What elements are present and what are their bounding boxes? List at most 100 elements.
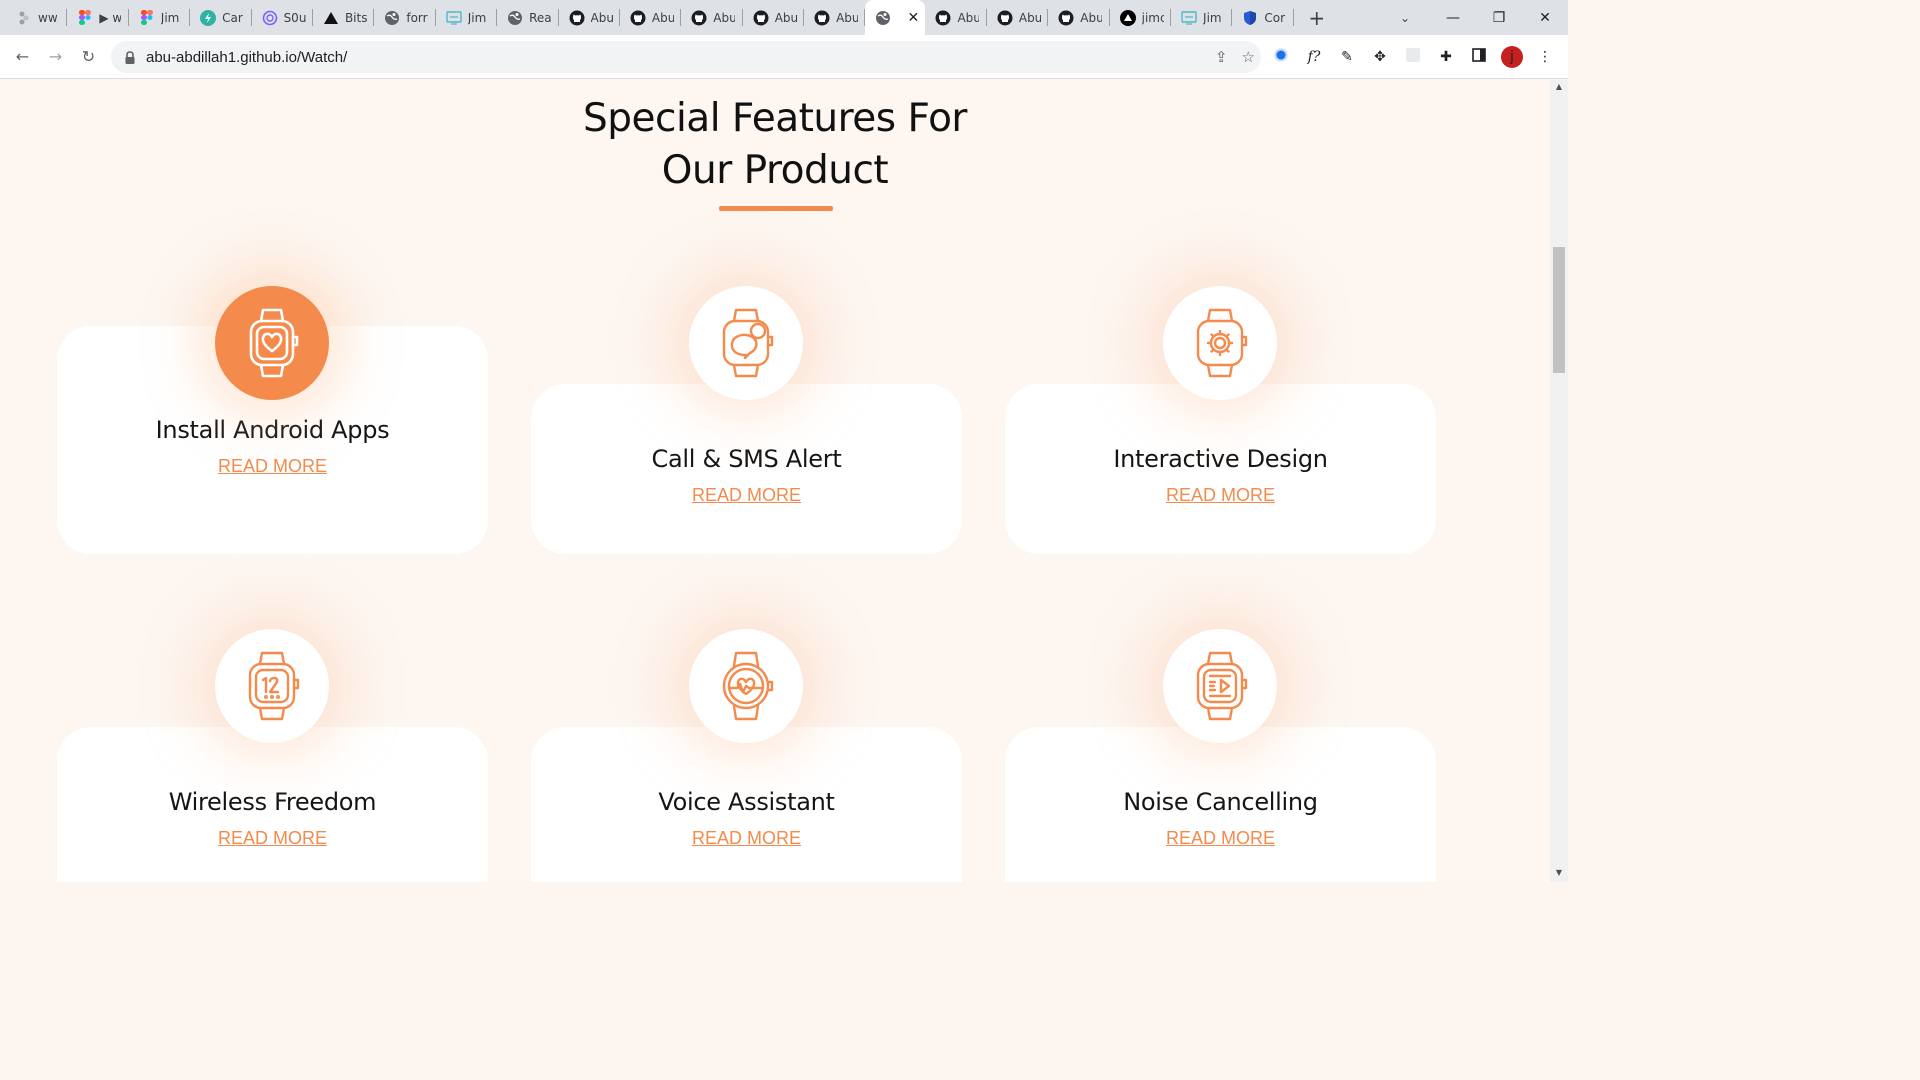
heading-underline	[719, 206, 833, 211]
browser-tab[interactable]: Jim	[436, 0, 498, 35]
bookmark-star-icon[interactable]: ☆	[1242, 48, 1255, 66]
browser-tab[interactable]: Abu	[620, 0, 682, 35]
browser-tab[interactable]: jimc	[1110, 0, 1172, 35]
feature-icon-circle	[1163, 629, 1277, 743]
window-icon	[1181, 10, 1197, 26]
feature-card: Interactive Design READ MORE	[1005, 384, 1436, 554]
tab-title: Abu	[651, 10, 674, 25]
tab-title: Abu	[713, 10, 736, 25]
address-bar[interactable]: abu-abdillah1.github.io/Watch/ ⇪ ☆	[111, 41, 1261, 73]
browser-tab[interactable]: Abu	[1048, 0, 1110, 35]
side-panel-icon[interactable]	[1468, 48, 1490, 66]
browser-tab[interactable]: Car	[190, 0, 252, 35]
watch-heart-icon	[249, 308, 299, 378]
menu-kebab-icon[interactable]: ⋮	[1534, 49, 1556, 65]
extension-blue-dot-icon[interactable]	[1270, 48, 1292, 66]
github-icon	[1058, 10, 1074, 26]
browser-tab[interactable]: ▶ w	[67, 0, 129, 35]
globe-icon	[384, 10, 400, 26]
scrollbar-thumb[interactable]	[1553, 247, 1565, 373]
extension-font-icon[interactable]: f?	[1303, 49, 1325, 65]
browser-tab[interactable]: Cor	[1232, 0, 1294, 35]
restore-icon[interactable]: ❐	[1476, 10, 1522, 26]
page-scrollbar[interactable]: ▲ ▼	[1550, 80, 1568, 882]
feature-title: Noise Cancelling	[1123, 788, 1318, 816]
tab-title: Rea	[529, 10, 552, 25]
tab-title: Car	[222, 10, 243, 25]
extension-eyedropper-icon[interactable]: ✎	[1336, 49, 1358, 65]
read-more-link[interactable]: READ MORE	[57, 456, 488, 477]
tab-list: ww ▶ w Jim Car S0u Bits forr Jim Rea Abu…	[0, 0, 1294, 35]
feature-icon-circle	[689, 286, 803, 400]
browser-tab[interactable]: Abu	[743, 0, 805, 35]
figma-grey-icon	[16, 10, 32, 26]
tab-title: Abu	[1018, 10, 1041, 25]
shield-icon	[1242, 10, 1258, 26]
github-icon	[569, 10, 585, 26]
browser-tab[interactable]: Abu	[987, 0, 1049, 35]
browser-tab[interactable]: Abu	[681, 0, 743, 35]
browser-tab[interactable]: Abu	[804, 0, 866, 35]
read-more-link[interactable]: READ MORE	[1005, 828, 1436, 849]
minimize-icon[interactable]: —	[1430, 10, 1476, 26]
window-icon	[446, 10, 462, 26]
new-tab-button[interactable]: +	[1304, 6, 1330, 30]
tab-title: Jim	[467, 10, 487, 25]
browser-tab[interactable]: Rea	[497, 0, 559, 35]
feature-title: Call & SMS Alert	[651, 445, 842, 473]
tab-title: S0u	[283, 10, 306, 25]
tab-search-icon[interactable]: ⌄	[1380, 11, 1430, 25]
triangle-icon	[323, 10, 339, 26]
address-bar-actions: ⇪ ☆	[1215, 41, 1255, 73]
read-more-link[interactable]: READ MORE	[57, 828, 488, 849]
read-more-link[interactable]: READ MORE	[531, 828, 962, 849]
tab-strip: ww ▶ w Jim Car S0u Bits forr Jim Rea Abu…	[0, 0, 1568, 35]
close-window-icon[interactable]: ✕	[1522, 10, 1568, 26]
back-arrow-icon[interactable]: ←	[6, 47, 39, 66]
vercel-icon	[1119, 9, 1136, 26]
url-text[interactable]: abu-abdillah1.github.io/Watch/	[146, 49, 347, 66]
feature-card: Wireless Freedom READ MORE	[57, 727, 488, 882]
bolt-circle-icon	[200, 9, 217, 26]
read-more-link[interactable]: READ MORE	[1005, 485, 1436, 506]
scroll-up-arrow-icon[interactable]: ▲	[1550, 82, 1568, 96]
section-heading: Special Features For Our Product	[0, 93, 1550, 197]
heading-line-2: Our Product	[661, 148, 889, 193]
browser-tab[interactable]: Bits	[313, 0, 375, 35]
feature-title: Install Android Apps	[155, 416, 390, 444]
feature-card: Call & SMS Alert READ MORE	[531, 384, 962, 554]
reload-icon[interactable]: ↻	[72, 47, 105, 66]
window-controls: ⌄ — ❐ ✕	[1380, 0, 1568, 35]
extension-grey-icon[interactable]	[1402, 48, 1424, 66]
close-tab-icon[interactable]: ✕	[907, 10, 919, 26]
figma-icon	[77, 9, 93, 26]
tab-title: Cor	[1264, 10, 1286, 25]
feature-title: Voice Assistant	[658, 788, 835, 816]
read-more-link[interactable]: READ MORE	[531, 485, 962, 506]
scroll-down-arrow-icon[interactable]: ▼	[1550, 868, 1568, 882]
browser-tab[interactable]: S0u	[252, 0, 313, 35]
browser-tab[interactable]: forr	[374, 0, 436, 35]
watch-clock-icon	[248, 651, 300, 721]
tab-title: jimc	[1141, 10, 1164, 25]
lock-icon[interactable]	[123, 50, 137, 64]
browser-tab[interactable]: Jim	[129, 0, 191, 35]
browser-tab[interactable]: Jim	[1171, 0, 1233, 35]
feature-card: Voice Assistant READ MORE	[531, 727, 962, 882]
share-icon[interactable]: ⇪	[1215, 48, 1228, 66]
feature-title: Interactive Design	[1113, 445, 1328, 473]
extensions-puzzle-icon[interactable]: ✚	[1435, 49, 1457, 65]
profile-avatar[interactable]: j	[1501, 46, 1523, 68]
browser-tab[interactable]: Abu	[559, 0, 620, 35]
tab-title: forr	[406, 10, 428, 25]
tab-title: Abu	[957, 10, 980, 25]
page-viewport: Special Features For Our Product Install…	[0, 80, 1550, 882]
browser-tab[interactable]: Abu	[925, 0, 987, 35]
forward-arrow-icon[interactable]: →	[39, 47, 72, 66]
browser-toolbar: ← → ↻ abu-abdillah1.github.io/Watch/ ⇪ ☆…	[0, 35, 1568, 79]
browser-tab[interactable]: ww	[6, 0, 68, 35]
extension-move-icon[interactable]: ✥	[1369, 49, 1391, 65]
browser-tab-active[interactable]: ✕	[865, 0, 926, 35]
watch-gear-icon	[1196, 308, 1248, 378]
swirl-icon	[262, 10, 278, 26]
